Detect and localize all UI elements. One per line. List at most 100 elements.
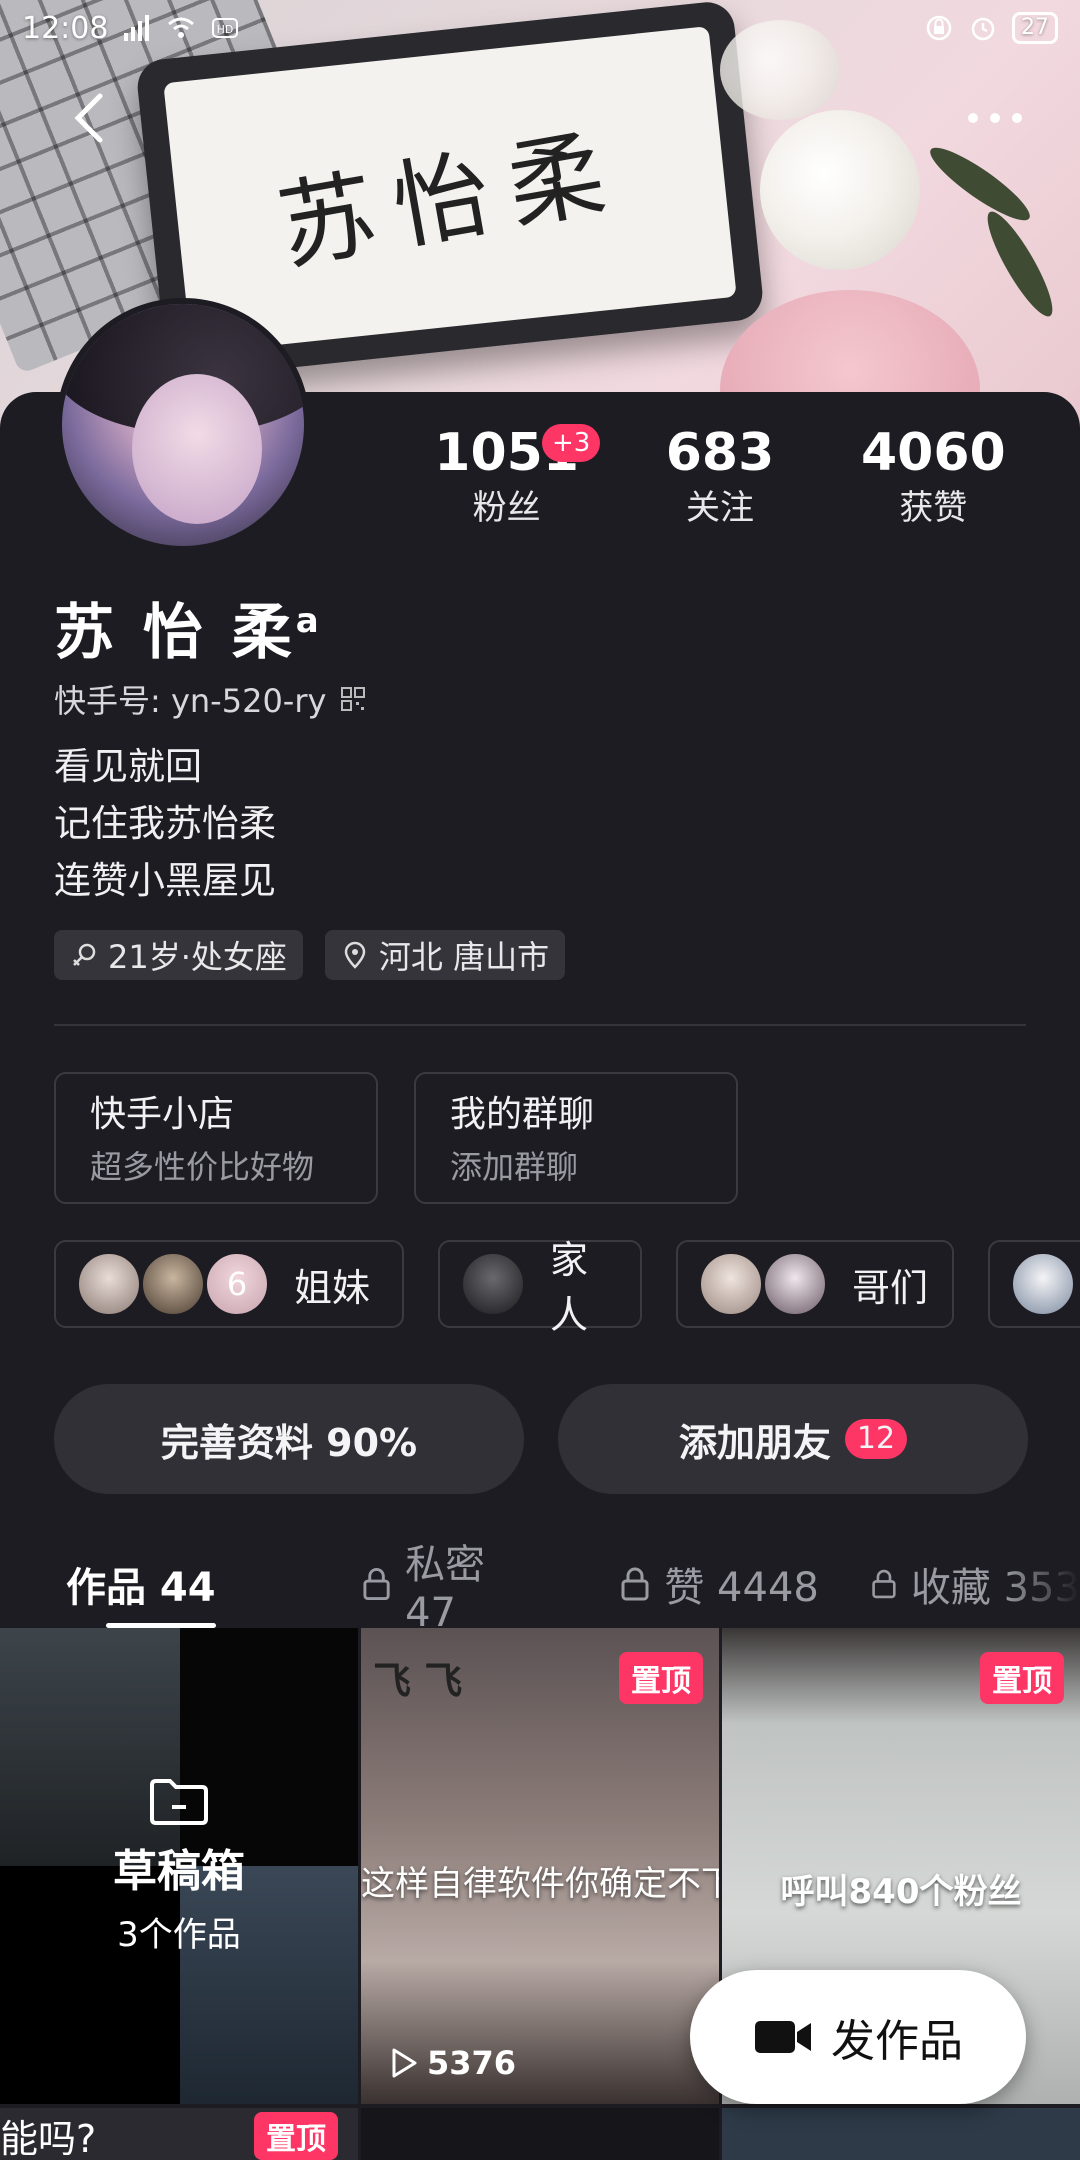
female-icon (73, 943, 96, 966)
member-avatar (140, 1251, 206, 1317)
group-buddies[interactable]: 哥们 (676, 1240, 954, 1328)
group-chat-subtitle: 添加群聊 (450, 1148, 579, 1186)
followers-label: 粉丝 (472, 488, 541, 528)
following-count: 683 (665, 423, 775, 483)
more-dots-icon (968, 113, 1022, 123)
section-divider (54, 1024, 1026, 1026)
lock-icon (872, 1569, 896, 1599)
age-zodiac-text: 21岁·处女座 (108, 938, 287, 976)
video-tile[interactable] (722, 2108, 1080, 2160)
drafts-overlay: 草稿箱 3个作品 (0, 1628, 358, 2104)
drafts-tile[interactable]: 草稿箱 3个作品 (0, 1628, 358, 2104)
publish-label: 发作品 (831, 2016, 963, 2067)
location-tag: 河北 唐山市 (324, 930, 566, 980)
video-camera-icon (755, 2021, 811, 2053)
group-label: 哥们 (852, 1265, 929, 1310)
pinned-badge: 置顶 (619, 1652, 703, 1704)
profile-tags: 21岁·处女座 河北 唐山市 (54, 930, 566, 980)
folder-icon (150, 1778, 208, 1825)
group-label: 家人 (550, 1238, 589, 1337)
status-time: 12:08 (22, 10, 109, 46)
battery-indicator: 27 (1012, 12, 1058, 44)
video-tile[interactable]: 能吗? 置顶 (0, 2108, 358, 2160)
tab-label: 私密 47 (405, 1542, 486, 1636)
add-friends-button[interactable]: 添加朋友 12 (558, 1384, 1028, 1494)
tab-likes[interactable]: 赞 4448 (620, 1540, 835, 1628)
group-chat-title: 我的群聊 (450, 1094, 595, 1135)
member-avatar (762, 1251, 828, 1317)
drafts-title: 草稿箱 (113, 1845, 245, 1897)
profile-actions: 完善资料 90% 添加朋友 12 (54, 1384, 1028, 1494)
chevron-left-icon (74, 93, 103, 143)
tab-label: 作品 44 (66, 1565, 216, 1611)
cover-handwriting: 苏怡柔 (270, 113, 633, 284)
back-button[interactable] (58, 88, 118, 148)
location-pin-icon (344, 941, 366, 969)
member-avatar (76, 1251, 142, 1317)
avatar[interactable] (56, 298, 310, 552)
member-extra-count: 6 (226, 1265, 248, 1303)
cover-leaf (977, 205, 1063, 323)
tab-works[interactable]: 作品 44 (66, 1540, 256, 1628)
status-bar: 12:08 HD 27 (0, 0, 1080, 56)
kwai-shop-card[interactable]: 快手小店 超多性价比好物 (54, 1072, 378, 1204)
lock-icon (621, 1567, 649, 1601)
publish-button[interactable]: 发作品 (690, 1970, 1026, 2104)
play-count: 5376 (389, 2044, 516, 2082)
wifi-icon (168, 17, 195, 38)
profile-name-suffix: a (295, 601, 323, 641)
tab-label: 收藏 353 (911, 1555, 1080, 1613)
likes-count: 4060 (860, 423, 1006, 483)
profile-name-text: 苏 怡 柔 (54, 598, 296, 668)
stat-followers[interactable]: 1051 粉丝 +3 (400, 420, 613, 530)
member-count-avatar: 6 (204, 1251, 270, 1317)
cover-leaf (922, 138, 1038, 230)
complete-profile-label: 完善资料 90% (160, 1420, 418, 1465)
tab-label: 赞 4448 (664, 1565, 819, 1611)
group-more[interactable] (988, 1240, 1080, 1328)
member-avatar (698, 1251, 764, 1317)
tab-private[interactable]: 私密 47 (362, 1540, 544, 1636)
complete-profile-button[interactable]: 完善资料 90% (54, 1384, 524, 1494)
feature-cards: 快手小店 超多性价比好物 我的群聊 添加群聊 (54, 1072, 738, 1204)
friend-groups: 6 姐妹 家人 哥们 (54, 1238, 1080, 1337)
profile-bio: 看见就回 记住我苏怡柔 连赞小黑屋见 (54, 738, 276, 909)
group-family[interactable]: 家人 (438, 1238, 642, 1337)
more-options-button[interactable] (950, 88, 1040, 148)
profile-name: 苏 怡 柔a (54, 584, 323, 671)
play-icon (392, 2048, 417, 2078)
pinned-badge: 置顶 (254, 2112, 338, 2160)
kwai-id[interactable]: 快手号: yn-520-ry (54, 676, 366, 722)
kwai-shop-subtitle: 超多性价比好物 (90, 1148, 315, 1186)
member-avatar (1010, 1251, 1076, 1317)
video-caption: 呼叫840个粉丝 (780, 1872, 1022, 1912)
stat-following[interactable]: 683 关注 (613, 420, 826, 530)
group-sisters[interactable]: 6 姐妹 (54, 1240, 404, 1328)
group-chat-card[interactable]: 我的群聊 添加群聊 (414, 1072, 738, 1204)
drafts-subtitle: 3个作品 (117, 1914, 241, 1955)
svg-text:HD: HD (217, 23, 234, 36)
video-tile[interactable] (361, 2108, 719, 2160)
video-caption: 能吗? (0, 2117, 97, 2160)
tab-favorites[interactable]: 收藏 353 (871, 1540, 1080, 1628)
age-zodiac-tag: 21岁·处女座 (54, 930, 303, 980)
qr-code-icon[interactable] (340, 686, 366, 712)
likes-label: 获赞 (899, 488, 968, 528)
video-tile[interactable]: 飞 飞 置顶 这样自律软件你确定不下 5376 (361, 1628, 719, 2104)
bio-line: 记住我苏怡柔 (54, 802, 276, 845)
signal-icon (124, 15, 150, 41)
bio-line: 看见就回 (54, 745, 202, 788)
following-label: 关注 (685, 488, 754, 528)
location-text: 河北 唐山市 (378, 938, 550, 976)
hd-call-icon: HD (212, 18, 239, 38)
add-friends-count-badge: 12 (844, 1419, 908, 1459)
pinned-badge: 置顶 (980, 1652, 1064, 1704)
video-overlay-text: 飞 飞 (373, 1659, 463, 1703)
content-tabs: 作品 44 私密 47 赞 4448 收藏 353 (0, 1540, 1080, 1636)
group-label: 姐妹 (294, 1265, 371, 1310)
alarm-icon (971, 17, 995, 41)
profile-stats: 1051 粉丝 +3 683 关注 4060 获赞 (400, 420, 1040, 530)
add-friends-label: 添加朋友 (678, 1420, 831, 1465)
lock-icon (363, 1568, 390, 1601)
stat-likes[interactable]: 4060 获赞 (827, 420, 1040, 530)
